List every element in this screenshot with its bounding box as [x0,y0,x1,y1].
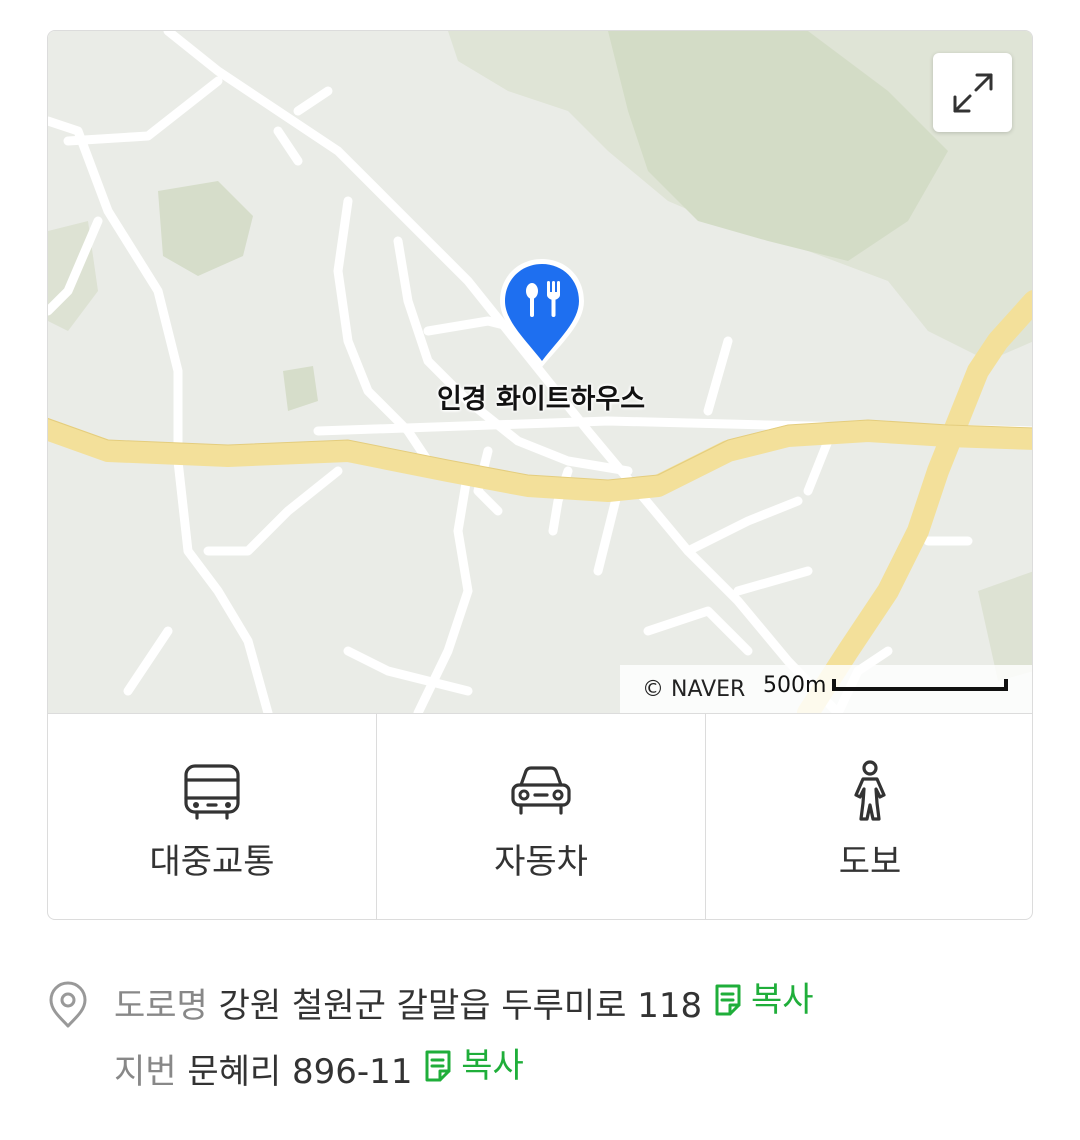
map-attribution: © NAVER 500m [620,665,1032,713]
copy-road-address-label: 복사 [750,980,814,1020]
expand-icon [953,73,992,112]
walk-icon [854,760,886,821]
lot-address-value: 문혜리 896-11 [187,1052,413,1092]
lot-address-key: 지번 [114,1052,177,1092]
map-view[interactable]: 인경 화이트하우스 © NAVER 500m [48,31,1032,713]
map-card: 인경 화이트하우스 © NAVER 500m 대중교통 자동차 도보 [47,30,1033,920]
scale-bar [832,679,1008,691]
location-pin-icon [49,981,87,1028]
road-address-row: 도로명 강원 철원군 갈말읍 두루미로 118 복사 [114,975,814,1031]
directions-transit-button[interactable]: 대중교통 [48,714,377,919]
directions-car-button[interactable]: 자동차 [377,714,706,919]
lot-address-row: 지번 문혜리 896-11 복사 [114,1041,524,1097]
place-name-label[interactable]: 인경 화이트하우스 [48,377,1032,416]
bus-icon [184,764,240,820]
directions-car-label: 자동차 [494,842,588,882]
directions-transit-label: 대중교통 [149,842,275,882]
directions-walk-label: 도보 [838,842,902,882]
car-icon [511,766,571,815]
copy-road-address-button[interactable]: 복사 [713,975,814,1025]
copy-icon [715,984,741,1016]
copy-lot-address-button[interactable]: 복사 [423,1041,524,1091]
scale-label: 500m [763,673,827,698]
directions-walk-button[interactable]: 도보 [706,714,1032,919]
road-address-value: 강원 철원군 갈말읍 두루미로 118 [218,986,703,1026]
directions-tabs: 대중교통 자동차 도보 [48,713,1032,919]
copy-lot-address-label: 복사 [461,1046,524,1086]
naver-copyright[interactable]: © NAVER [642,677,745,702]
copy-icon [425,1050,451,1082]
expand-map-button[interactable] [933,53,1012,132]
restaurant-pin-icon[interactable] [496,255,588,373]
road-address-key: 도로명 [114,986,208,1026]
